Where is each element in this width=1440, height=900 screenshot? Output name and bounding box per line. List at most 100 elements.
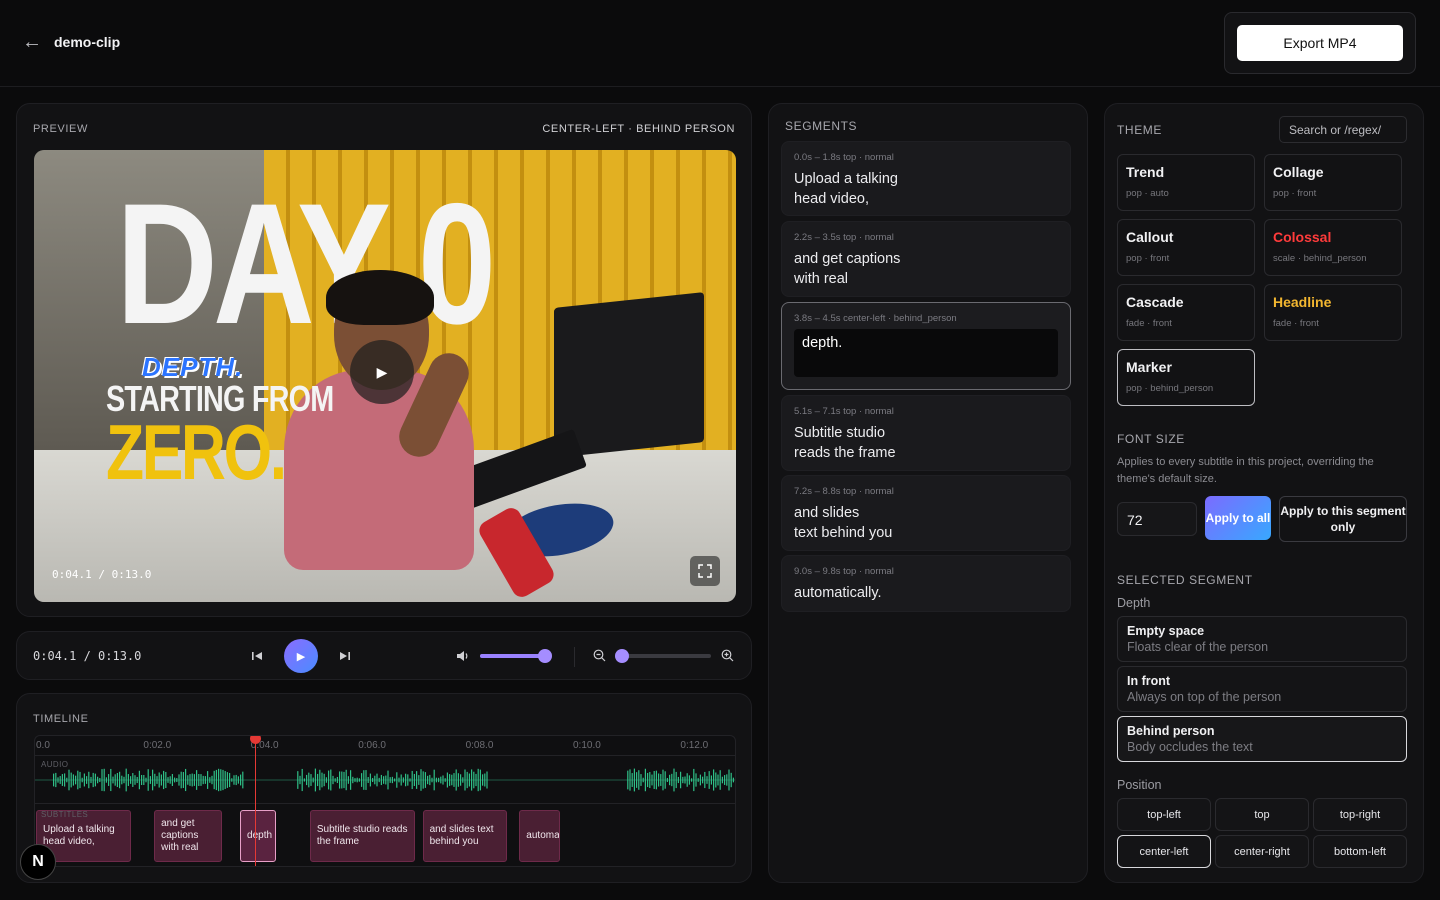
waveform-bar	[152, 769, 154, 791]
position-bottom-left[interactable]: bottom-left	[1313, 835, 1407, 868]
export-container: Export MP4	[1224, 12, 1416, 74]
segment-item-4[interactable]: 7.2s – 8.8s top · normal and slides text…	[781, 475, 1071, 551]
waveform-bar	[193, 774, 195, 786]
waveform-bar	[110, 768, 112, 792]
segment-text: Upload a talking head video,	[794, 171, 898, 207]
waveform-bar	[653, 770, 655, 790]
waveform-bar	[673, 768, 675, 792]
position-top-right[interactable]: top-right	[1313, 798, 1407, 831]
waveform-bar	[394, 778, 396, 782]
theme-search-input[interactable]: Search or /regex/	[1279, 116, 1407, 143]
waveform-bar	[130, 776, 132, 784]
audio-track[interactable]: AUDIO	[35, 756, 735, 804]
waveform-bar	[484, 773, 486, 787]
waveform-bar	[644, 768, 646, 792]
segment-item-5[interactable]: 9.0s – 9.8s top · normal automatically.	[781, 555, 1071, 612]
waveform-bar	[83, 773, 85, 787]
volume-slider[interactable]	[480, 649, 552, 663]
waveform-bar	[240, 774, 242, 786]
waveform-bar	[147, 769, 149, 791]
waveform-bar	[196, 770, 198, 790]
theme-card-collage[interactable]: Collage pop · front	[1264, 154, 1402, 211]
theme-card-headline[interactable]: Headline fade · front	[1264, 284, 1402, 341]
subtitle-clip-5[interactable]: automa	[519, 810, 561, 862]
waveform-bar	[176, 778, 178, 782]
waveform-bar	[466, 771, 468, 789]
theme-card-sub: pop · front	[1126, 253, 1170, 264]
skip-back-button[interactable]	[249, 648, 265, 664]
subtitle-track[interactable]: SUBTITLES Upload a talking head video, an…	[35, 804, 735, 866]
theme-card-sub: pop · auto	[1126, 188, 1169, 199]
theme-card-callout[interactable]: Callout pop · front	[1117, 219, 1255, 276]
subtitle-clip-4[interactable]: and slides text behind you	[422, 810, 507, 862]
waveform-bar	[442, 775, 444, 785]
waveform-bar	[306, 774, 308, 786]
waveform-bar	[134, 775, 136, 785]
position-center-right[interactable]: center-right	[1215, 835, 1309, 868]
zoom-out-icon[interactable]	[591, 647, 607, 663]
waveform-bar	[422, 771, 424, 789]
waveform-bar	[416, 771, 418, 789]
zoom-knob[interactable]	[614, 649, 629, 663]
export-button[interactable]: Export MP4	[1237, 25, 1403, 61]
subtitle-clip-1[interactable]: and get captions with real	[154, 810, 222, 862]
play-overlay-button[interactable]: ▶	[350, 340, 414, 404]
position-top-left[interactable]: top-left	[1117, 798, 1211, 831]
play-button[interactable]: ▶	[284, 639, 318, 673]
back-button[interactable]: ← demo-clip	[22, 32, 120, 52]
project-title: demo-clip	[54, 34, 121, 50]
segment-item-0[interactable]: 0.0s – 1.8s top · normal Upload a talkin…	[781, 141, 1071, 216]
skip-forward-button[interactable]	[337, 648, 353, 664]
apply-to-segment-button[interactable]: Apply to this segment only	[1279, 496, 1407, 542]
font-size-input[interactable]: 72	[1117, 502, 1197, 536]
waveform-bar	[79, 771, 81, 789]
segment-text-editor[interactable]: depth.	[794, 329, 1058, 377]
depth-option-in-front[interactable]: In front Always on top of the person	[1117, 666, 1407, 712]
timeline-ruler[interactable]: 0.0 0:02.0 0:04.0 0:06.0 0:08.0 0:10.0 0:12.0	[35, 736, 735, 756]
subtitle-clip-2[interactable]: depth	[240, 810, 276, 862]
theme-card-cascade[interactable]: Cascade fade · front	[1117, 284, 1255, 341]
waveform-bar	[301, 768, 303, 792]
waveform-bar	[187, 775, 189, 785]
timeline-tick: 0.0	[36, 740, 50, 751]
waveform-bar	[424, 772, 426, 788]
theme-card-colossal[interactable]: Colossal scale · behind_person	[1264, 219, 1402, 276]
playhead[interactable]	[255, 736, 257, 866]
theme-card-marker[interactable]: Marker pop · behind_person	[1117, 349, 1255, 406]
waveform-bar	[677, 776, 679, 784]
waveform-bar	[321, 772, 323, 788]
waveform-bar	[200, 774, 202, 786]
depth-option-empty-space[interactable]: Empty space Floats clear of the person	[1117, 616, 1407, 662]
video-player[interactable]: DAY 0 DEPTH. STARTING FROM ZERO. ▶ 0:04.…	[34, 150, 736, 602]
waveform-bar	[191, 773, 193, 787]
apply-to-all-button[interactable]: Apply to all	[1205, 496, 1271, 540]
waveform-bar	[660, 774, 662, 786]
zoom-in-icon[interactable]	[719, 647, 735, 663]
theme-card-name: Cascade	[1126, 294, 1184, 310]
zoom-slider[interactable]	[614, 649, 711, 663]
timeline-track-area[interactable]: 0.0 0:02.0 0:04.0 0:06.0 0:08.0 0:10.0 0:12.0 …	[34, 735, 736, 867]
fullscreen-button[interactable]	[690, 556, 720, 586]
segments-panel: SEGMENTS 0.0s – 1.8s top · normal Upload…	[768, 103, 1088, 883]
theme-card-trend[interactable]: Trend pop · auto	[1117, 154, 1255, 211]
waveform-bar	[664, 771, 666, 789]
waveform-bar	[374, 775, 376, 785]
waveform-bar	[658, 773, 660, 787]
waveform-bar	[165, 771, 167, 789]
waveform-bar	[387, 770, 389, 790]
theme-card-name: Collage	[1273, 164, 1324, 180]
position-top[interactable]: top	[1215, 798, 1309, 831]
waveform-bar	[693, 768, 695, 792]
position-center-left[interactable]: center-left	[1117, 835, 1211, 868]
subtitle-clip-3[interactable]: Subtitle studio reads the frame	[309, 810, 416, 862]
volume-knob[interactable]	[537, 649, 552, 663]
volume-icon[interactable]	[454, 648, 470, 664]
preview-panel: PREVIEW CENTER-LEFT · BEHIND PERSON DAY …	[16, 103, 752, 617]
segment-item-1[interactable]: 2.2s – 3.5s top · normal and get caption…	[781, 221, 1071, 297]
n-badge[interactable]: N	[20, 844, 56, 880]
depth-option-behind-person[interactable]: Behind person Body occludes the text	[1117, 716, 1407, 762]
video-time-overlay: 0:04.1 / 0:13.0	[52, 568, 152, 581]
theme-panel: THEME Search or /regex/ Trend pop · auto…	[1104, 103, 1424, 883]
segment-item-2[interactable]: 3.8s – 4.5s center-left · behind_person …	[781, 302, 1071, 390]
segment-item-3[interactable]: 5.1s – 7.1s top · normal Subtitle studio…	[781, 395, 1071, 471]
